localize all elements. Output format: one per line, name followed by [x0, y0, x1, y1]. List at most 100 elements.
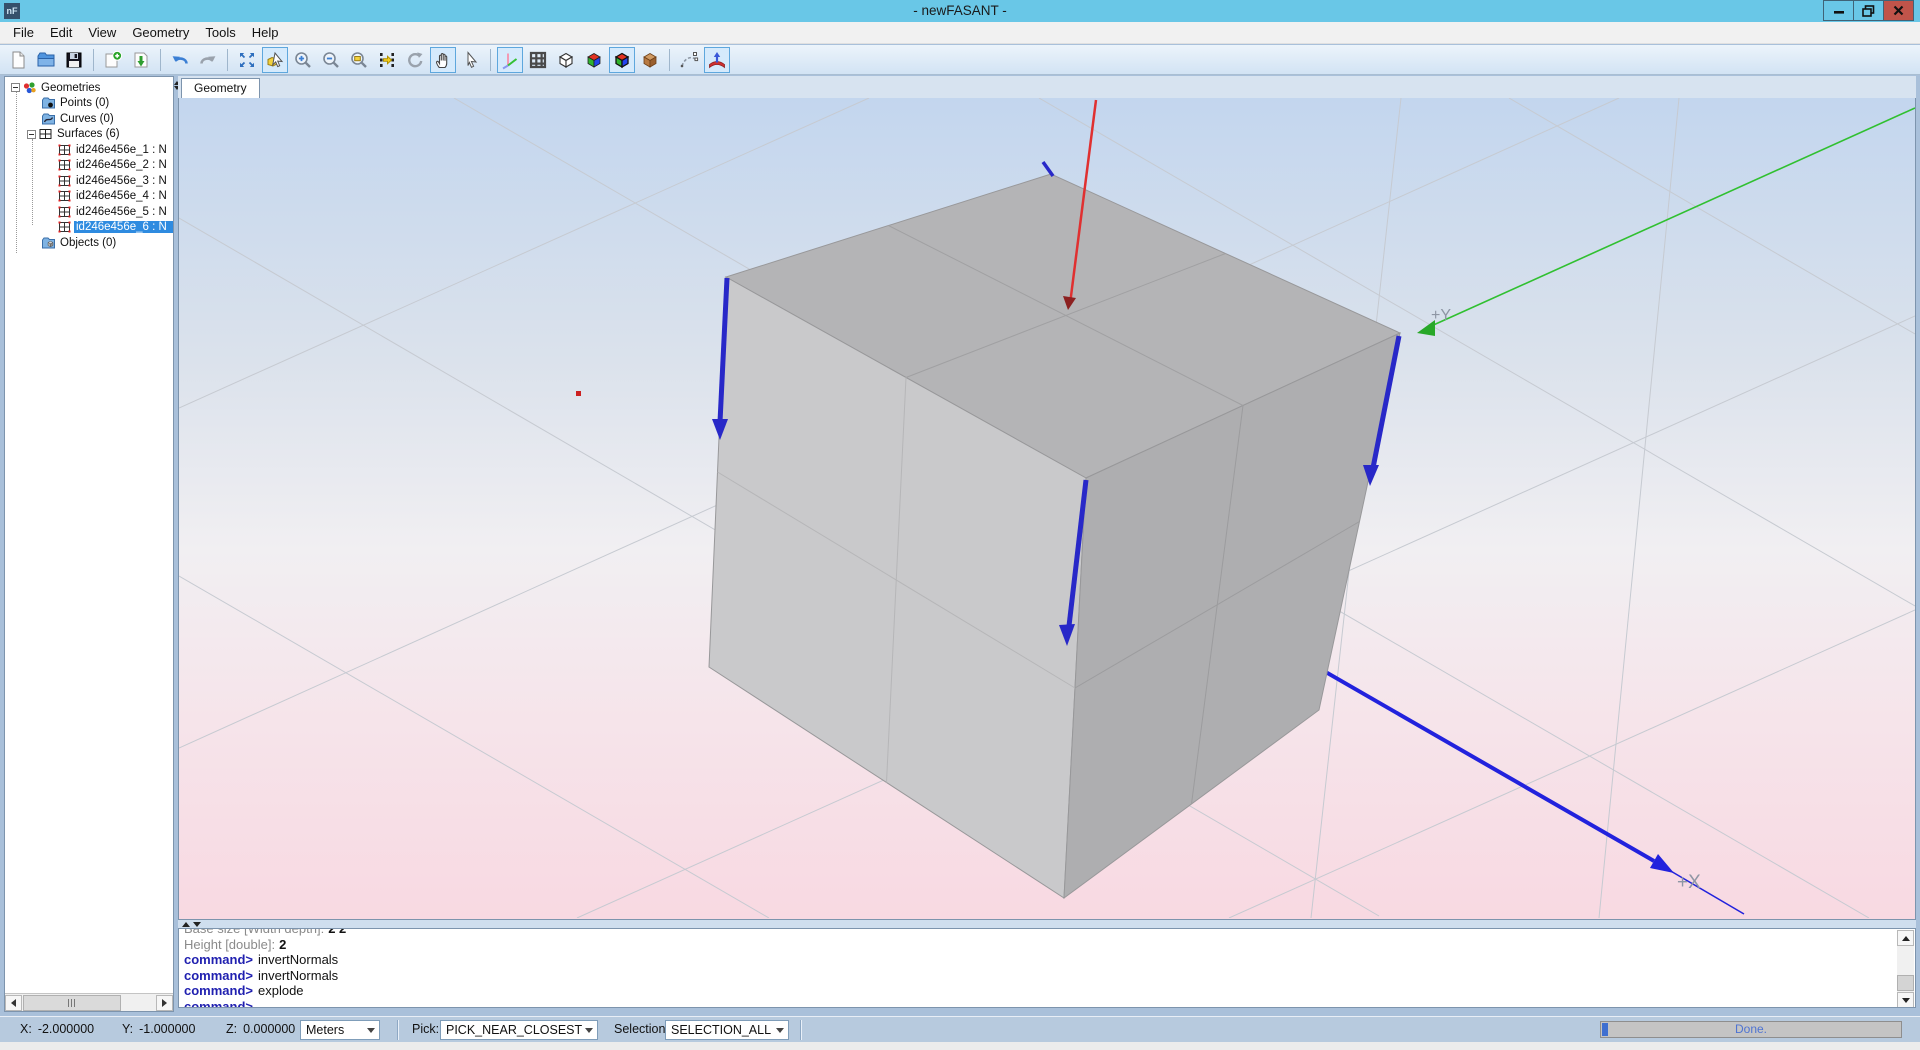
scroll-down-button[interactable]	[1897, 992, 1914, 1008]
command-console[interactable]: Base size [Width depth]:2 2 Height [doub…	[178, 928, 1916, 1008]
shaded-edges-view-button[interactable]	[609, 47, 635, 73]
axis-x-label: +X	[1677, 872, 1701, 893]
open-folder-button[interactable]	[33, 47, 59, 73]
splitter-collapse-icon	[193, 922, 201, 927]
pick-mode-dropdown[interactable]: PICK_NEAR_CLOSEST	[440, 1020, 598, 1040]
viewport-3d[interactable]: +Y +X	[178, 98, 1916, 920]
progress-bar: Done.	[1600, 1021, 1902, 1038]
menu-tools[interactable]: Tools	[197, 23, 243, 42]
tree-item-surface-4[interactable]: id246e456e_4 : N	[5, 189, 173, 205]
cursor-z-readout: Z:0.000000	[226, 1022, 295, 1036]
undo-button[interactable]	[167, 47, 193, 73]
show-grid-button[interactable]	[525, 47, 551, 73]
zoom-out-icon	[321, 50, 341, 70]
console-line: Base size [Width depth]:2 2	[184, 928, 1915, 937]
rotate-view-icon	[405, 50, 425, 70]
swap-selection-button[interactable]	[374, 47, 400, 73]
geometries-icon	[22, 81, 37, 95]
pan-hand-button[interactable]	[430, 47, 456, 73]
tree-item-points[interactable]: Points (0)	[5, 96, 173, 112]
invert-normals-tool-icon	[707, 50, 727, 70]
redo-icon	[198, 50, 218, 70]
shaded-view-icon	[584, 50, 604, 70]
show-axes-button[interactable]	[497, 47, 523, 73]
open-folder-icon	[36, 50, 56, 70]
tree-item-surface-3[interactable]: id246e456e_3 : N	[5, 173, 173, 189]
undo-icon	[170, 50, 190, 70]
toolbar-separator	[227, 49, 228, 71]
tree-item-curves[interactable]: Curves (0)	[5, 111, 173, 127]
chevron-down-icon	[585, 1028, 593, 1033]
save-button[interactable]	[61, 47, 87, 73]
axis-y-label: +Y	[1431, 307, 1451, 324]
menu-view[interactable]: View	[80, 23, 124, 42]
show-axes-icon	[500, 50, 520, 70]
zoom-window-button[interactable]	[346, 47, 372, 73]
collapse-expander-icon[interactable]	[11, 83, 20, 92]
show-grid-icon	[528, 50, 548, 70]
console-line: command>explode	[184, 983, 1915, 999]
minimize-icon	[1833, 5, 1845, 17]
tab-geometry[interactable]: Geometry	[181, 78, 260, 98]
tree-item-surface-6-selected[interactable]: id246e456e_6 : N	[5, 220, 173, 236]
console-prompt-line[interactable]: command>	[184, 999, 1915, 1009]
solid-view-button[interactable]	[637, 47, 663, 73]
objects-folder-icon	[41, 236, 56, 250]
add-item-button[interactable]	[100, 47, 126, 73]
chevron-down-icon	[367, 1028, 375, 1033]
tree-item-surface-5[interactable]: id246e456e_5 : N	[5, 204, 173, 220]
viewport-scene: +Y +X	[179, 98, 1915, 918]
window-title: - newFASANT -	[0, 0, 1920, 22]
units-dropdown[interactable]: Meters	[300, 1020, 380, 1040]
menu-help[interactable]: Help	[244, 23, 287, 42]
tree-item-objects[interactable]: Objects (0)	[5, 235, 173, 251]
new-file-button[interactable]	[5, 47, 31, 73]
restore-button[interactable]	[1853, 0, 1884, 21]
scroll-right-button[interactable]	[156, 995, 173, 1011]
selection-mode-dropdown[interactable]: SELECTION_ALL	[665, 1020, 789, 1040]
console-splitter[interactable]	[178, 920, 1916, 928]
redo-button[interactable]	[195, 47, 221, 73]
selection-label: Selection:	[614, 1022, 669, 1036]
collapse-expander-icon[interactable]	[27, 130, 36, 139]
minimize-button[interactable]	[1823, 0, 1854, 21]
scroll-down-icon	[1902, 998, 1910, 1003]
rotate-view-button[interactable]	[402, 47, 428, 73]
chevron-down-icon	[776, 1028, 784, 1033]
zoom-in-icon	[293, 50, 313, 70]
zoom-in-button[interactable]	[290, 47, 316, 73]
import-button[interactable]	[128, 47, 154, 73]
wireframe-view-button[interactable]	[553, 47, 579, 73]
scrollbar-track[interactable]	[22, 995, 156, 1011]
toolbar-separator	[93, 49, 94, 71]
shaded-edges-view-icon	[612, 50, 632, 70]
menu-file[interactable]: File	[5, 23, 42, 42]
new-file-icon	[8, 50, 28, 70]
tree-item-surfaces[interactable]: Surfaces (6)	[5, 127, 173, 143]
fit-view-icon	[237, 50, 257, 70]
scroll-left-button[interactable]	[5, 995, 22, 1011]
scrollbar-thumb[interactable]	[23, 995, 121, 1011]
tree-item-geometries[interactable]: Geometries	[5, 80, 173, 96]
scrollbar-thumb[interactable]	[1897, 975, 1914, 991]
statusbar: X:-2.000000 Y:-1.000000 Z:0.000000 Meter…	[0, 1016, 1920, 1042]
shaded-view-button[interactable]	[581, 47, 607, 73]
menu-geometry[interactable]: Geometry	[124, 23, 197, 42]
console-vertical-scrollbar[interactable]	[1897, 930, 1914, 1008]
scroll-up-button[interactable]	[1897, 930, 1914, 946]
invert-normals-tool-button[interactable]	[704, 47, 730, 73]
tree-horizontal-scrollbar[interactable]	[5, 993, 173, 1011]
select-box-button[interactable]	[262, 47, 288, 73]
select-box-icon	[265, 50, 285, 70]
close-button[interactable]	[1883, 0, 1914, 21]
fit-view-button[interactable]	[234, 47, 260, 73]
pointer-select-button[interactable]	[458, 47, 484, 73]
geometry-tree: Geometries Points (0) Curves (0) Surface…	[5, 80, 173, 251]
zoom-out-button[interactable]	[318, 47, 344, 73]
curve-points-tool-icon	[679, 50, 699, 70]
tree-item-surface-1[interactable]: id246e456e_1 : N	[5, 142, 173, 158]
curve-points-tool-button[interactable]	[676, 47, 702, 73]
menu-edit[interactable]: Edit	[42, 23, 80, 42]
cursor-x-readout: X:-2.000000	[20, 1022, 94, 1036]
tree-item-surface-2[interactable]: id246e456e_2 : N	[5, 158, 173, 174]
